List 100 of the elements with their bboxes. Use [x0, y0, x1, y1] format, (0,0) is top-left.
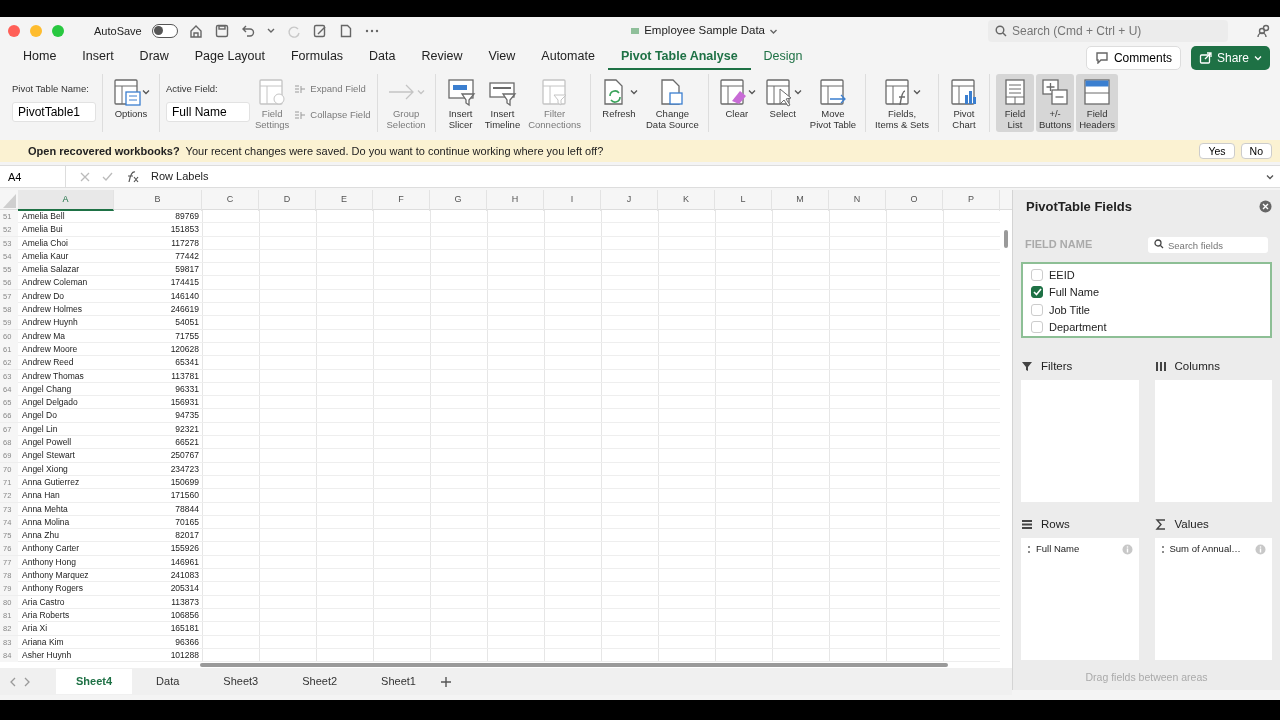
- table-cell-text: 77442: [174, 249, 200, 263]
- ribbon-tab[interactable]: Formulas: [278, 44, 357, 71]
- table-cell-text: Anna Zhu: [21, 529, 60, 543]
- sheet-tab[interactable]: Sheet1: [361, 669, 436, 694]
- people-icon[interactable]: [1256, 23, 1272, 39]
- ribbon-button[interactable]: Select: [760, 74, 805, 121]
- area-label: Filters: [1041, 358, 1073, 374]
- column-header[interactable]: A: [18, 190, 114, 211]
- save-icon[interactable]: [213, 23, 230, 39]
- column-header[interactable]: L: [715, 190, 772, 211]
- column-header[interactable]: H: [487, 190, 544, 211]
- column-header[interactable]: O: [886, 190, 943, 211]
- table-icon: [257, 77, 288, 107]
- area-label: Values: [1174, 516, 1209, 532]
- text-field[interactable]: PivotTable1: [12, 102, 96, 123]
- field-label[interactable]: Job Title: [1049, 301, 1090, 318]
- caret-icon: [1254, 53, 1262, 62]
- search-field[interactable]: Search fields: [1148, 237, 1268, 253]
- sheet-tab[interactable]: Data: [136, 669, 200, 694]
- ribbon-tab[interactable]: View: [475, 44, 529, 71]
- ribbon-tab[interactable]: Data: [356, 44, 409, 71]
- share-button[interactable]: Share: [1190, 45, 1270, 70]
- next-icon[interactable]: [22, 676, 32, 687]
- column-header[interactable]: F: [373, 190, 430, 211]
- ribbon-button[interactable]: Fields, Items & Sets: [872, 74, 932, 132]
- table-cell-text: 171560: [169, 489, 200, 503]
- scrollbar-thumb[interactable]: [1004, 230, 1008, 248]
- field-name-label: FIELD NAME: [1025, 237, 1093, 253]
- previous-icon[interactable]: [8, 676, 18, 687]
- rows-icon: [1021, 517, 1033, 531]
- column-header[interactable]: D: [259, 190, 316, 211]
- column-header[interactable]: I: [544, 190, 601, 211]
- function-icon[interactable]: [125, 170, 139, 183]
- ribbon-button[interactable]: Options: [109, 74, 153, 121]
- message-button[interactable]: No: [1240, 143, 1272, 159]
- filter-icon: [1021, 359, 1033, 373]
- column-header[interactable]: G: [430, 190, 487, 211]
- search-icon: [1154, 238, 1164, 249]
- comments-button[interactable]: Comments: [1085, 45, 1181, 70]
- check-icon[interactable]: [102, 171, 113, 182]
- formula-text[interactable]: Row Labels: [151, 168, 1266, 185]
- message-button[interactable]: Yes: [1199, 143, 1235, 159]
- search-field[interactable]: Search (Cmd + Ctrl + U): [988, 20, 1228, 42]
- table-cell-text: 82017: [174, 529, 200, 543]
- caret-icon: [793, 88, 802, 96]
- ribbon-button[interactable]: Field List: [995, 74, 1034, 132]
- close-icon[interactable]: [1259, 200, 1272, 214]
- workbook-icon: [630, 26, 641, 36]
- ribbon-button[interactable]: Change Data Source: [643, 74, 702, 132]
- table-cell-text: Anthony Hong: [21, 555, 77, 569]
- ribbon-tab[interactable]: Insert: [69, 44, 127, 71]
- column-header[interactable]: E: [316, 190, 373, 211]
- sheet-tab[interactable]: Sheet3: [203, 669, 279, 694]
- ribbon-button[interactable]: Insert Slicer: [441, 74, 480, 132]
- table-cell-text: 65341: [174, 356, 200, 370]
- scrollbar-thumb[interactable]: [200, 663, 948, 667]
- field-label[interactable]: EEID: [1049, 266, 1075, 283]
- ribbon-tab[interactable]: Pivot Table Analyse: [607, 44, 751, 71]
- column-header[interactable]: J: [601, 190, 658, 211]
- add-icon[interactable]: [439, 675, 452, 688]
- ribbon-tab[interactable]: Draw: [126, 44, 182, 71]
- ribbon-button[interactable]: Pivot Chart: [944, 74, 983, 132]
- ribbon-tab[interactable]: Home: [10, 44, 70, 71]
- area-field[interactable]: Full Name: [1027, 542, 1133, 557]
- info-icon: [1255, 543, 1266, 555]
- sum-icon: [1154, 517, 1167, 531]
- ribbon-button[interactable]: Refresh: [597, 74, 641, 121]
- column-header[interactable]: N: [829, 190, 886, 211]
- table-cell-text: Angel Delgado: [21, 396, 79, 410]
- sheet-tab[interactable]: Sheet4: [56, 669, 133, 694]
- close-button[interactable]: [8, 25, 20, 37]
- column-header[interactable]: K: [658, 190, 715, 211]
- ribbon-button[interactable]: Clear: [714, 74, 759, 121]
- ribbon-tab[interactable]: Page Layout: [181, 44, 278, 71]
- caret-icon[interactable]: [1266, 172, 1274, 181]
- ribbon-button[interactable]: Move Pivot Table: [806, 74, 860, 132]
- column-header[interactable]: B: [114, 190, 202, 211]
- field-label[interactable]: Department: [1049, 319, 1107, 336]
- caret-icon: [142, 88, 150, 96]
- autosave-toggle[interactable]: [151, 24, 178, 38]
- text-field[interactable]: Full Name: [166, 102, 250, 123]
- column-header[interactable]: P: [943, 190, 1000, 211]
- checkbox[interactable]: [1031, 286, 1043, 299]
- column-header[interactable]: M: [772, 190, 829, 211]
- edit-icon[interactable]: [311, 23, 328, 39]
- table-cell-text: 113781: [170, 369, 200, 383]
- document-title[interactable]: Employee Sample Data: [644, 22, 765, 40]
- table-icon: [1082, 77, 1113, 107]
- ribbon-button[interactable]: +/- Buttons: [1035, 74, 1075, 132]
- home-icon[interactable]: [187, 23, 204, 39]
- ribbon-tab[interactable]: Design: [750, 44, 816, 71]
- ribbon-button[interactable]: Field Headers: [1076, 74, 1119, 132]
- area-field[interactable]: Sum of Annual…: [1160, 542, 1266, 557]
- column-header[interactable]: C: [202, 190, 259, 211]
- ribbon-tab[interactable]: Automate: [528, 44, 608, 71]
- ribbon-tab[interactable]: Review: [408, 44, 476, 71]
- hint-text: Drag fields between areas: [1084, 670, 1209, 686]
- field-label[interactable]: Full Name: [1049, 284, 1100, 301]
- sheet-tab[interactable]: Sheet2: [282, 669, 358, 694]
- ribbon-button[interactable]: Insert Timeline: [481, 74, 524, 132]
